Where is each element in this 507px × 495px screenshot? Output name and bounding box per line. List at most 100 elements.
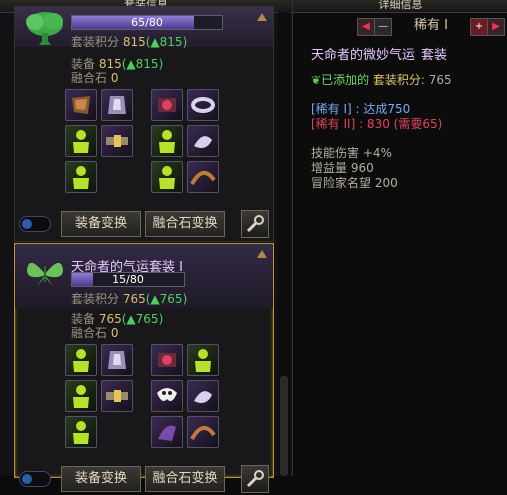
equip-delta: (▲815) xyxy=(121,57,164,71)
equip-slot-bracelet[interactable] xyxy=(187,89,219,121)
equip-change-button[interactable]: 装备变换 xyxy=(61,466,141,492)
equip-slot-ring[interactable] xyxy=(151,89,183,121)
equip-slot-chest[interactable] xyxy=(101,89,133,121)
rarity-next-button[interactable]: + xyxy=(470,18,488,36)
points-delta: (▲765) xyxy=(145,292,188,306)
collapse-arrow-icon[interactable] xyxy=(257,13,267,21)
set-card-1-progress-text: 65/80 xyxy=(131,16,163,29)
equip-change-button[interactable]: 装备变换 xyxy=(61,211,141,237)
wrench-icon xyxy=(246,215,264,233)
equip-slot-shoulder[interactable] xyxy=(65,89,97,121)
set-card-2-points: 套装积分 765(▲765) xyxy=(71,290,187,307)
set-list-scrollbar[interactable] xyxy=(278,12,290,476)
equip-slot-chest[interactable] xyxy=(101,344,133,376)
fusion-value: 0 xyxy=(110,71,119,85)
necklace-icon xyxy=(157,388,177,401)
fusion-value: 0 xyxy=(110,326,119,340)
chest-armor-icon xyxy=(108,351,126,369)
equip-slot-support[interactable] xyxy=(151,161,183,193)
detail-title-row: 天命者的微妙气运 套装 xyxy=(311,48,501,63)
equip-slot-necklace[interactable] xyxy=(151,125,183,157)
tier-2-line: [稀有 II] : 830 (需要65) xyxy=(311,117,443,131)
support-icon xyxy=(158,425,176,441)
set-card-1[interactable]: 65/80 套装积分 815(▲815) 装备 815(▲815) 融合石 0 xyxy=(14,6,274,242)
equip-slot-magic-stone[interactable] xyxy=(187,416,219,448)
butterfly-small-icon: ❦ xyxy=(311,73,322,87)
set-info-panel: 套装信息 65/80 套装积分 815(▲815) 装备 815(▲815) xyxy=(0,0,292,493)
shoulder-armor-icon xyxy=(72,96,90,114)
detail-title-suffix: 套装 xyxy=(421,48,448,63)
detail-body: 天命者的微妙气运 套装 ❦已添加的 套装积分: 765 [稀有 I] : 达成75… xyxy=(311,48,501,191)
support-icon xyxy=(159,166,175,189)
scrollbar-thumb[interactable] xyxy=(280,376,288,476)
fusion-change-button[interactable]: 融合石变换 xyxy=(145,211,225,237)
equip-slot-shoulder[interactable] xyxy=(65,344,97,376)
set-card-2[interactable]: 天命者的气运套装 I 15/80 套装积分 765(▲765) 装备 765(▲… xyxy=(14,243,274,493)
equip-slot-belt[interactable] xyxy=(101,125,133,157)
points-delta: (▲815) xyxy=(145,35,188,49)
tier-1-line: [稀有 I] : 达成750 xyxy=(311,102,411,116)
boots-icon xyxy=(73,166,89,189)
points-value: 815 xyxy=(122,35,146,49)
chest-armor-icon xyxy=(108,96,126,114)
game-ui: 套装信息 65/80 套装积分 815(▲815) 装备 815(▲815) xyxy=(0,0,507,493)
settings-wrench-button[interactable] xyxy=(241,465,269,493)
set-card-1-toggle[interactable] xyxy=(19,216,51,232)
detail-panel: 详细信息 ◀ — 稀有 I + ▶ 天命者的微妙气运 套装 ❦已添加的 套装积分:… xyxy=(292,0,507,476)
fusion-label: 融合石 xyxy=(71,71,108,85)
legs-icon xyxy=(73,385,89,408)
fame-line: 冒险家名望 200 xyxy=(311,176,398,190)
shoulder-armor-icon xyxy=(73,349,89,372)
equip-slot-boots[interactable] xyxy=(65,416,97,448)
added-label: 套装积分 xyxy=(372,73,421,87)
magic-stone-icon xyxy=(190,426,216,441)
equip-slot-earring[interactable] xyxy=(187,380,219,412)
rarity-next-fast-button[interactable]: ▶ xyxy=(487,18,505,36)
points-value: 765 xyxy=(122,292,146,306)
magic-stone-icon xyxy=(190,171,216,186)
set-card-1-points: 套装积分 815(▲815) xyxy=(71,33,187,50)
bracelet-icon xyxy=(195,349,211,372)
gain-line: 增益量 960 xyxy=(311,161,374,175)
equip-slot-necklace[interactable] xyxy=(151,380,183,412)
points-label: 套装积分 xyxy=(71,35,120,49)
equip-slot-boots[interactable] xyxy=(65,161,97,193)
collapse-arrow-icon[interactable] xyxy=(257,250,267,258)
ring-icon xyxy=(158,98,176,112)
equip-slot-support[interactable] xyxy=(151,416,183,448)
butterfly-emblem-icon xyxy=(27,262,63,288)
equip-slot-legs[interactable] xyxy=(65,125,97,157)
tree-emblem-icon xyxy=(26,12,63,45)
rarity-label: 稀有 I xyxy=(414,18,448,33)
fusion-change-button[interactable]: 融合石变换 xyxy=(145,466,225,492)
rarity-prev-button[interactable]: — xyxy=(374,18,392,36)
equip-slot-legs[interactable] xyxy=(65,380,97,412)
set-card-2-toggle[interactable] xyxy=(19,471,51,487)
rarity-prev-fast-button[interactable]: ◀ xyxy=(357,18,375,36)
equip-slot-bracelet[interactable] xyxy=(187,344,219,376)
set-card-2-actions: 装备变换 融合石变换 xyxy=(15,464,273,493)
necklace-icon xyxy=(159,130,175,153)
toggle-knob xyxy=(22,219,32,229)
earring-icon xyxy=(194,391,212,403)
wrench-icon xyxy=(246,470,264,488)
set-card-1-progress: 65/80 xyxy=(71,15,223,30)
equip-label: 装备 xyxy=(71,312,96,326)
belt-icon xyxy=(106,390,128,402)
set-card-2-stats: 装备 765(▲765) 融合石 0 xyxy=(71,312,163,340)
equip-label: 装备 xyxy=(71,57,96,71)
equip-slot-ring[interactable] xyxy=(151,344,183,376)
rarity-selector: ◀ — 稀有 I + ▶ xyxy=(293,14,507,38)
equip-slot-magic-stone[interactable] xyxy=(187,161,219,193)
equip-value: 765 xyxy=(98,312,122,326)
added-points-row: ❦已添加的 套装积分: 765 xyxy=(311,73,501,88)
equip-slot-belt[interactable] xyxy=(101,380,133,412)
detail-title: 天命者的微妙气运 xyxy=(311,48,416,63)
set-card-1-stats: 装备 815(▲815) 融合石 0 xyxy=(71,57,163,85)
skill-damage-line: 技能伤害 +4% xyxy=(311,146,392,160)
settings-wrench-button[interactable] xyxy=(241,210,269,238)
bracelet-icon xyxy=(191,97,215,113)
equip-delta: (▲765) xyxy=(121,312,164,326)
legs-icon xyxy=(73,130,89,153)
equip-slot-earring[interactable] xyxy=(187,125,219,157)
